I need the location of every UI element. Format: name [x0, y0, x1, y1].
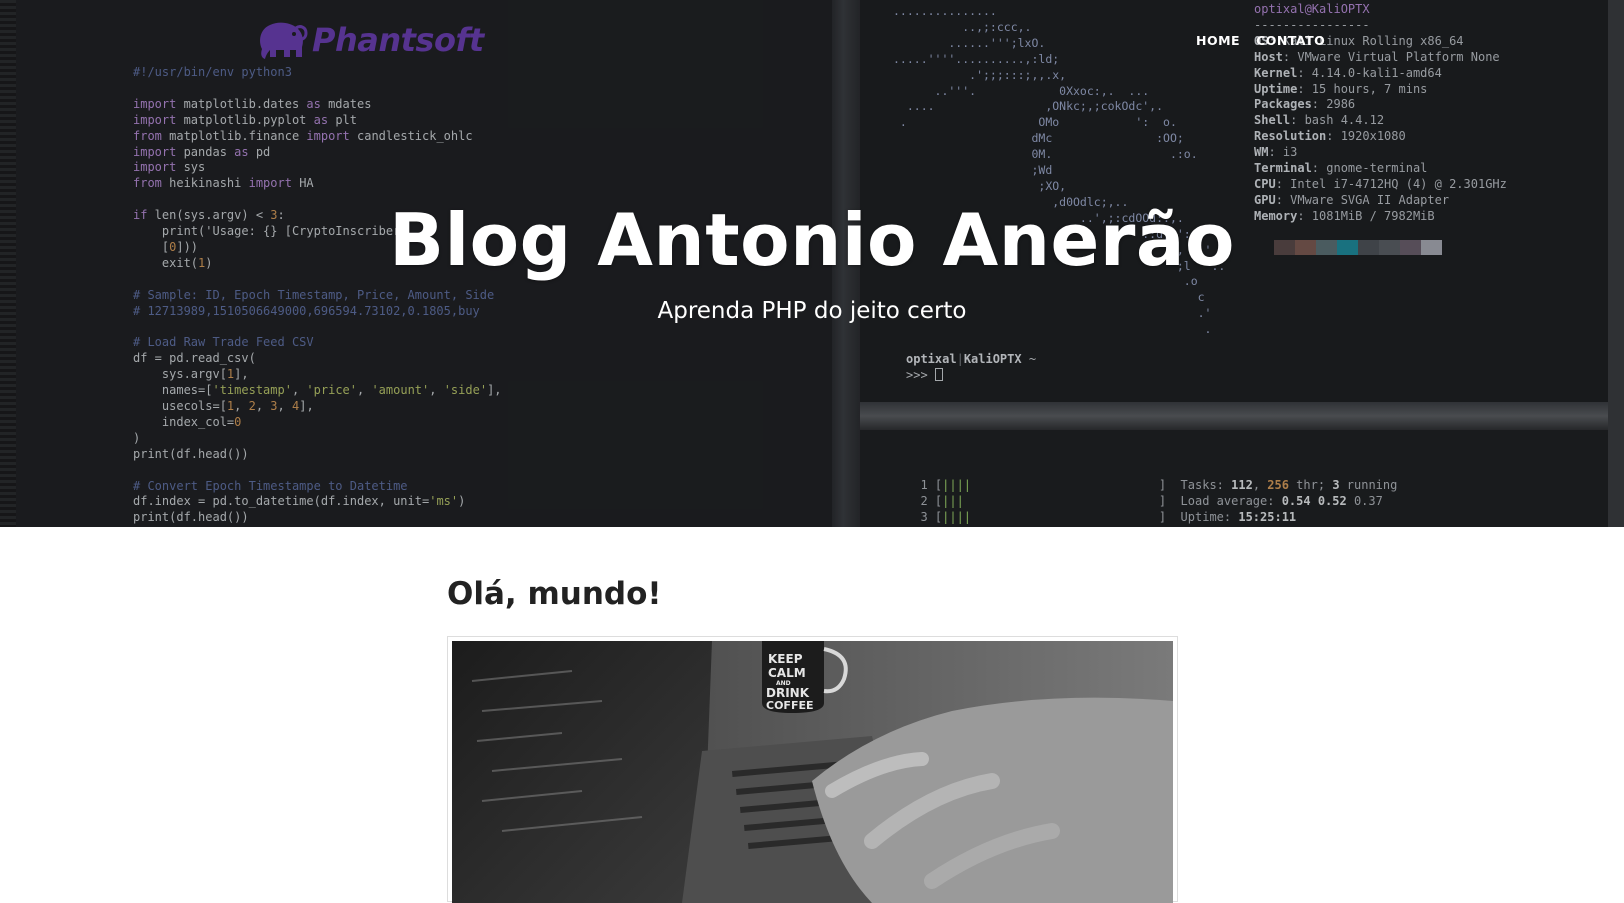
site-subtitle: Aprenda PHP do jeito certo: [657, 298, 967, 324]
post-featured-image[interactable]: KEEP CALM AND DRINK COFFEE: [447, 636, 1178, 903]
site-title: Blog Antonio Anerão: [389, 198, 1235, 282]
nav-home-link[interactable]: HOME: [1196, 33, 1240, 48]
nav-contato-link[interactable]: CONTATO: [1256, 33, 1325, 48]
svg-text:CALM: CALM: [768, 666, 806, 680]
svg-text:COFFEE: COFFEE: [766, 699, 813, 712]
post-title[interactable]: Olá, mundo!: [447, 576, 662, 612]
photo-illustration: KEEP CALM AND DRINK COFFEE: [452, 641, 1173, 903]
main-nav: HOME CONTATO: [1196, 33, 1325, 48]
hero-header: Phantsoft #!/usr/bin/env python3 import …: [0, 0, 1624, 527]
laptop-coffee-photo: KEEP CALM AND DRINK COFFEE: [452, 641, 1173, 903]
svg-text:DRINK: DRINK: [766, 686, 810, 700]
svg-text:KEEP: KEEP: [768, 652, 803, 666]
